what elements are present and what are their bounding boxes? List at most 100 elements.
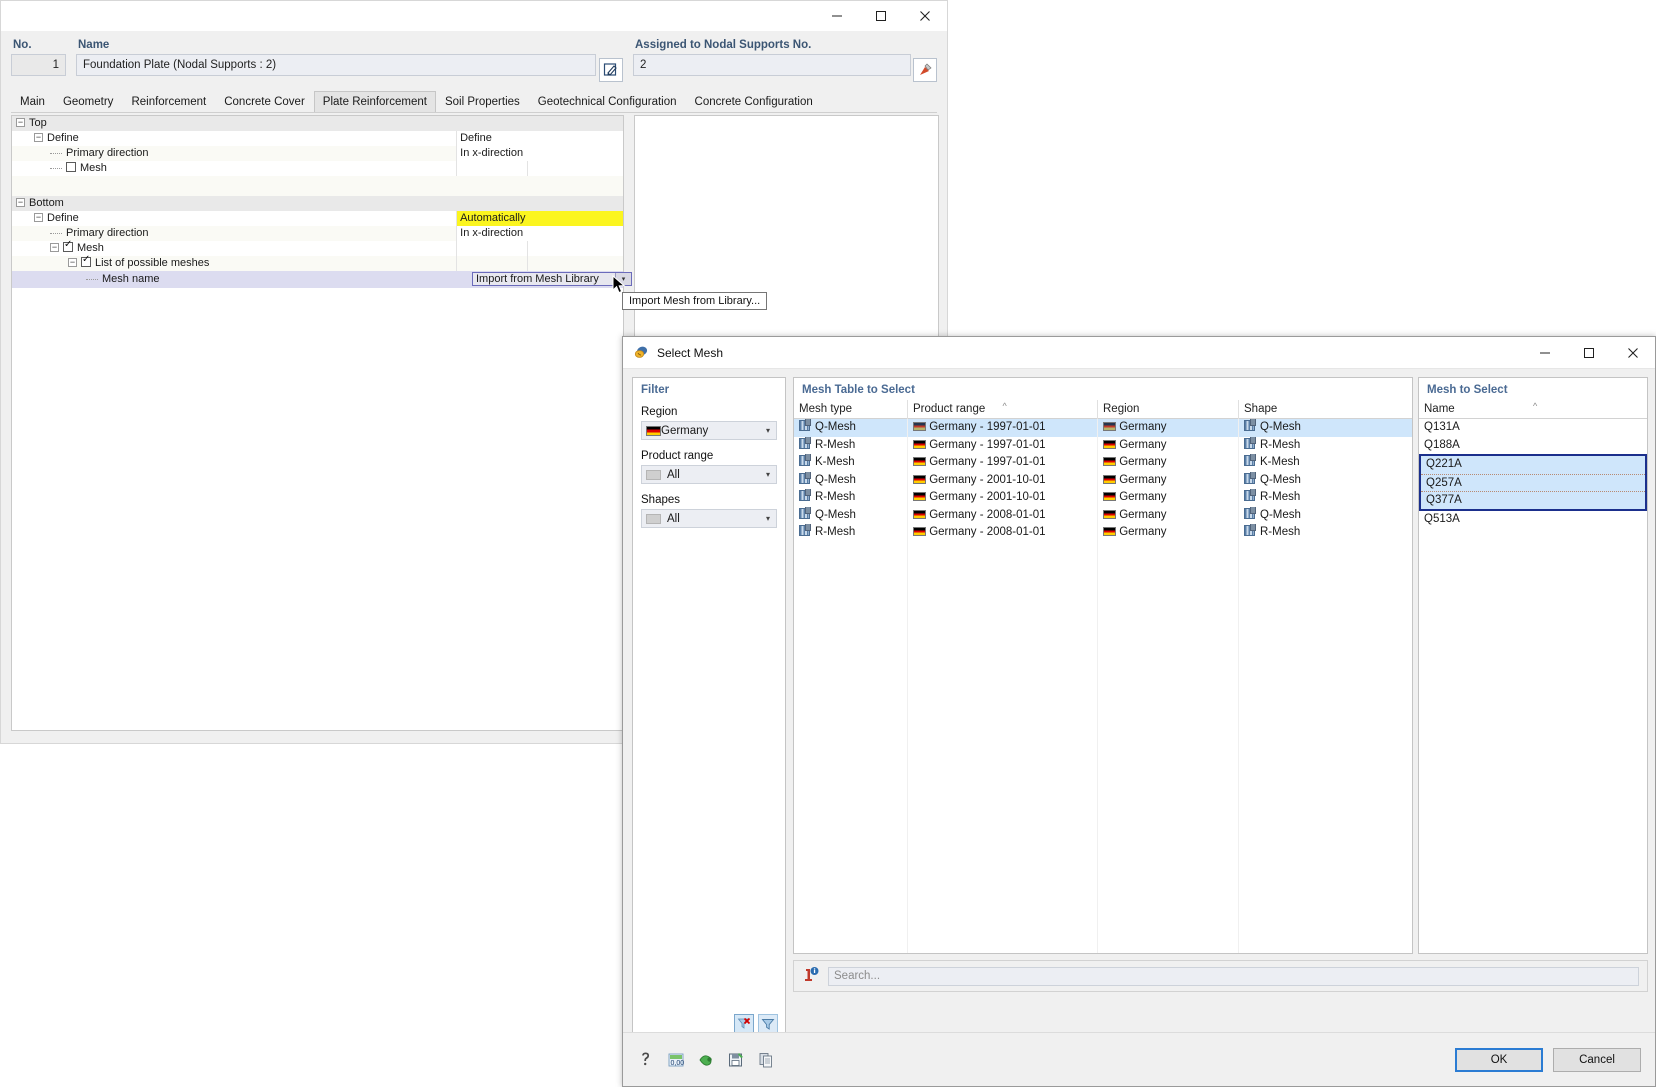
list-of-possible-meshes-checkbox[interactable] (81, 254, 91, 268)
cancel-button[interactable]: Cancel (1553, 1047, 1641, 1072)
maximize-button[interactable] (859, 1, 903, 31)
chevron-down-icon[interactable]: ▾ (760, 470, 776, 479)
shapes-select[interactable]: All ▾ (641, 509, 777, 528)
save-config-icon[interactable] (725, 1049, 747, 1071)
pick-nodal-support-button[interactable] (913, 58, 937, 82)
help-icon[interactable] (635, 1049, 657, 1071)
tab-soil-properties[interactable]: Soil Properties (436, 91, 529, 112)
table-row[interactable]: Mesh (12, 161, 623, 176)
column-header-product-range[interactable]: Product range ^ (907, 399, 1097, 419)
list-item[interactable]: Q377A (1421, 491, 1645, 509)
tree-connector (50, 152, 62, 154)
list-item[interactable]: Q221A (1421, 456, 1645, 474)
settings-icon[interactable] (695, 1049, 717, 1071)
info-search-icon[interactable] (802, 966, 820, 987)
tree-value-define-top[interactable]: Define (456, 131, 623, 146)
clear-filter-button[interactable] (734, 1014, 754, 1033)
tree-value-primary-dir-bottom[interactable]: In x-direction (456, 226, 623, 241)
list-item[interactable]: Q188A (1419, 437, 1647, 455)
plate-reinforcement-tree[interactable]: − Top − Define Define Primary direction In… (11, 115, 632, 731)
chevron-down-icon[interactable]: ▾ (760, 514, 776, 523)
tree-label-primary-dir-top: Primary direction (66, 147, 149, 159)
chevron-down-icon[interactable]: ▾ (760, 426, 776, 435)
tab-plate-reinforcement[interactable]: Plate Reinforcement (313, 91, 436, 112)
collapse-icon[interactable]: − (16, 197, 25, 207)
table-row[interactable]: K-Mesh Germany - 1997-01-01 Germany K-Me… (794, 454, 1412, 472)
collapse-icon[interactable]: − (34, 132, 43, 142)
tab-geotechnical-configuration[interactable]: Geotechnical Configuration (529, 91, 686, 112)
germany-flag-icon (913, 457, 926, 467)
apply-filter-button[interactable] (758, 1014, 778, 1033)
dialog-close-button[interactable] (1611, 338, 1655, 368)
cell-mesh-type: Q-Mesh (794, 471, 907, 490)
tree-row-bottom-group[interactable]: − Bottom (12, 196, 623, 211)
tree-label-bottom: Bottom (29, 197, 64, 209)
column-header-name[interactable]: Name ^ (1419, 400, 1647, 419)
units-icon[interactable]: 0,00 (665, 1049, 687, 1071)
table-row[interactable]: − Define Define (12, 131, 623, 146)
tab-concrete-cover[interactable]: Concrete Cover (215, 91, 314, 112)
table-row[interactable]: Primary direction In x-direction (12, 146, 623, 161)
table-row[interactable]: − Mesh (12, 239, 623, 256)
tab-concrete-configuration[interactable]: Concrete Configuration (686, 91, 822, 112)
dialog-title: Select Mesh (657, 345, 724, 360)
tree-row-top-group[interactable]: − Top (12, 116, 623, 131)
close-button[interactable] (903, 1, 947, 31)
tab-main[interactable]: Main (11, 91, 54, 112)
table-row-mesh-name[interactable]: Mesh name Import from Mesh Library ▾ (12, 271, 632, 288)
column-header-region[interactable]: Region (1097, 399, 1238, 419)
table-row[interactable]: Q-Mesh Germany - 1997-01-01 Germany Q-Me… (794, 419, 1412, 437)
cell-region-label: Germany (1119, 526, 1167, 538)
ok-button[interactable]: OK (1455, 1047, 1543, 1072)
region-select[interactable]: Germany ▾ (641, 421, 777, 440)
name-input[interactable]: Foundation Plate (Nodal Supports : 2) (76, 54, 596, 76)
selected-mesh-group[interactable]: Q221A Q257A Q377A (1419, 454, 1647, 511)
dialog-minimize-button[interactable] (1523, 338, 1567, 368)
clear-filter-icon (737, 1017, 751, 1029)
column-header-shape[interactable]: Shape (1238, 399, 1411, 419)
tab-geometry[interactable]: Geometry (54, 91, 123, 112)
list-item[interactable]: Q257A (1421, 473, 1645, 492)
cell-product-range-label: Germany - 2008-01-01 (929, 508, 1046, 521)
mesh-name-combobox[interactable]: Import from Mesh Library ▾ (472, 272, 632, 286)
tab-reinforcement[interactable]: Reinforcement (122, 91, 215, 112)
table-row[interactable]: − List of possible meshes (12, 254, 623, 271)
cell-shape-label: R-Mesh (1260, 491, 1301, 503)
assigned-input[interactable]: 2 (633, 54, 911, 76)
cell-product-range-label: Germany - 1997-01-01 (929, 438, 1046, 451)
mesh-to-select-panel[interactable]: Mesh to Select Name ^ Q131A Q188A Q221A … (1418, 377, 1648, 954)
cell-region: Germany (1097, 436, 1238, 454)
copy-icon[interactable] (755, 1049, 777, 1071)
product-range-select[interactable]: All ▾ (641, 465, 777, 484)
mesh-table-empty-area (794, 538, 1412, 953)
table-row[interactable]: Q-Mesh Germany - 2008-01-01 Germany Q-Me… (794, 506, 1412, 524)
mesh-bottom-checkbox[interactable] (63, 239, 73, 253)
table-row[interactable]: − Define Automatically (12, 211, 623, 226)
no-input[interactable]: 1 (11, 54, 66, 76)
cell-region-label: Germany (1119, 421, 1167, 433)
collapse-icon[interactable]: − (16, 117, 25, 127)
table-row[interactable]: Primary direction In x-direction (12, 226, 623, 241)
collapse-icon[interactable]: − (50, 242, 59, 252)
column-header-mesh-type[interactable]: Mesh type (794, 400, 907, 419)
dialog-maximize-button[interactable] (1567, 338, 1611, 368)
no-field-group: No. 1 (11, 39, 66, 76)
list-item[interactable]: Q131A (1419, 419, 1647, 437)
mesh-type-icon (799, 436, 811, 449)
collapse-icon[interactable]: − (34, 212, 43, 222)
search-input[interactable]: Search... (828, 966, 1639, 986)
tree-label-mesh-top: Mesh (80, 162, 107, 174)
edit-name-button[interactable] (599, 58, 623, 82)
mesh-top-checkbox[interactable] (66, 162, 76, 173)
tree-cell-empty (526, 161, 623, 176)
collapse-icon[interactable]: − (68, 257, 77, 267)
list-item[interactable]: Q513A (1419, 511, 1647, 529)
table-row[interactable]: Q-Mesh Germany - 2001-10-01 Germany Q-Me… (794, 471, 1412, 490)
minimize-icon (832, 15, 842, 17)
minimize-button[interactable] (815, 1, 859, 31)
table-row[interactable]: R-Mesh Germany - 1997-01-01 Germany R-Me… (794, 436, 1412, 454)
tree-value-define-bottom[interactable]: Automatically (456, 211, 623, 226)
tree-value-primary-dir-top[interactable]: In x-direction (456, 146, 623, 161)
mesh-table-panel[interactable]: Mesh Table to Select Mesh type Product r… (793, 377, 1413, 954)
table-row[interactable]: R-Mesh Germany - 2001-10-01 Germany R-Me… (794, 489, 1412, 507)
